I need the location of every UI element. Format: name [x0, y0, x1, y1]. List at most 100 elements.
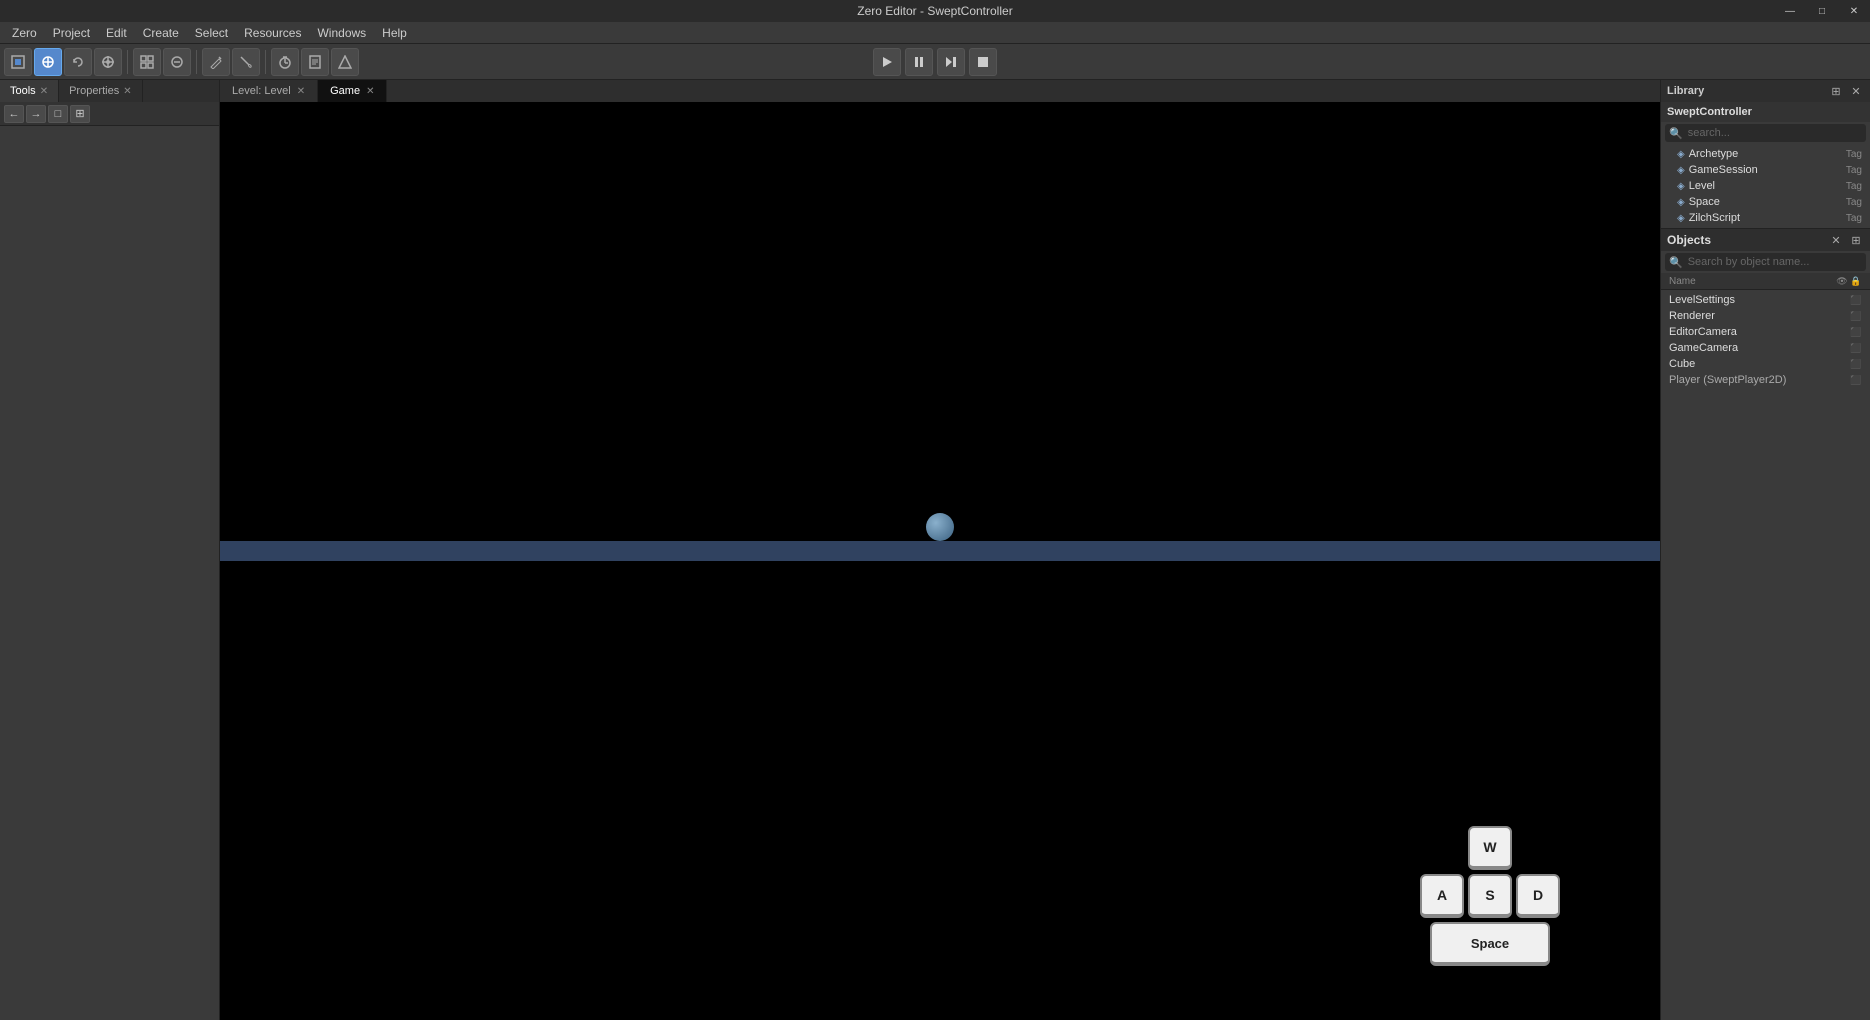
- library-close-btn[interactable]: ✕: [1848, 83, 1864, 99]
- properties-tab-label: Properties: [69, 85, 119, 97]
- toolbar-sep-2: [196, 50, 197, 74]
- space-key[interactable]: Space: [1430, 922, 1550, 966]
- gizmo-tool-btn[interactable]: [163, 48, 191, 76]
- step-button[interactable]: [937, 48, 965, 76]
- nav-fit-btn[interactable]: □: [48, 105, 68, 123]
- object-player[interactable]: Player (SweptPlayer2D) ⬛: [1661, 372, 1870, 388]
- play-button[interactable]: [873, 48, 901, 76]
- player-name: Player (SweptPlayer2D): [1669, 374, 1846, 386]
- object-editorcamera[interactable]: EditorCamera ⬛: [1661, 324, 1870, 340]
- objects-close-btn[interactable]: ✕: [1828, 232, 1844, 248]
- objects-settings-btn[interactable]: ⊞: [1848, 232, 1864, 248]
- player-eye[interactable]: ⬛: [1850, 374, 1862, 386]
- scale-tool-btn[interactable]: [94, 48, 122, 76]
- library-item-space[interactable]: ◈ Space Tag: [1661, 194, 1870, 210]
- renderer-eye[interactable]: ⬛: [1850, 310, 1862, 322]
- col-icons: 👁 🔒: [1836, 275, 1862, 287]
- archetype-tag: Tag: [1846, 149, 1862, 160]
- panel-nav: ← → □ ⊞: [0, 102, 219, 126]
- maximize-button[interactable]: □: [1806, 0, 1838, 22]
- title-bar: Zero Editor - SweptController — □ ✕: [0, 0, 1870, 22]
- arrange-tool-btn[interactable]: [331, 48, 359, 76]
- library-item-zilchscript[interactable]: ◈ ZilchScript Tag: [1661, 210, 1870, 226]
- game-tab[interactable]: Game ✕: [318, 80, 387, 102]
- rotate-tool-btn[interactable]: [64, 48, 92, 76]
- library-item-level[interactable]: ◈ Level Tag: [1661, 178, 1870, 194]
- nav-back-btn[interactable]: ←: [4, 105, 24, 123]
- menu-windows[interactable]: Windows: [309, 24, 374, 42]
- wasd-overlay: W A S D Space: [1420, 826, 1560, 970]
- a-key[interactable]: A: [1420, 874, 1464, 918]
- toolbar-sep-3: [265, 50, 266, 74]
- gamecamera-eye[interactable]: ⬛: [1850, 342, 1862, 354]
- objects-section: Objects ✕ ⊞ 🔍 Name 👁 🔒 LevelSetting: [1661, 229, 1870, 1020]
- renderer-icons: ⬛: [1850, 310, 1862, 322]
- d-key[interactable]: D: [1516, 874, 1560, 918]
- draw-tool-btn[interactable]: [202, 48, 230, 76]
- script-tool-btn[interactable]: [301, 48, 329, 76]
- cube-name: Cube: [1669, 358, 1846, 370]
- minimize-button[interactable]: —: [1774, 0, 1806, 22]
- cube-eye[interactable]: ⬛: [1850, 358, 1862, 370]
- w-key[interactable]: W: [1468, 826, 1512, 870]
- pause-button[interactable]: [905, 48, 933, 76]
- brush-tool-btn[interactable]: [232, 48, 260, 76]
- menu-select[interactable]: Select: [187, 24, 236, 42]
- editorcamera-eye[interactable]: ⬛: [1850, 326, 1862, 338]
- left-tools: [0, 48, 363, 76]
- object-cube[interactable]: Cube ⬛: [1661, 356, 1870, 372]
- toolbar: [0, 44, 1870, 80]
- transport-controls: [873, 48, 997, 76]
- library-item-archetype[interactable]: ◈ Archetype Tag: [1661, 146, 1870, 162]
- menu-help[interactable]: Help: [374, 24, 415, 42]
- menu-project[interactable]: Project: [45, 24, 98, 42]
- timer-tool-btn[interactable]: [271, 48, 299, 76]
- object-levelsettings[interactable]: LevelSettings ⬛: [1661, 292, 1870, 308]
- gamesession-name: GameSession: [1689, 164, 1842, 176]
- left-panel: Tools ✕ Properties ✕ ← → □ ⊞: [0, 80, 220, 1020]
- main-layout: Tools ✕ Properties ✕ ← → □ ⊞ Level: Leve…: [0, 80, 1870, 1020]
- nav-forward-btn[interactable]: →: [26, 105, 46, 123]
- library-search-input[interactable]: [1686, 125, 1862, 141]
- zilchscript-tag: Tag: [1846, 213, 1862, 224]
- library-header: Library ⊞ ✕: [1661, 80, 1870, 102]
- properties-tab-close[interactable]: ✕: [123, 86, 131, 97]
- zilchscript-icon: ◈: [1677, 213, 1685, 224]
- game-tab-close[interactable]: ✕: [366, 86, 374, 97]
- stop-button[interactable]: [969, 48, 997, 76]
- nav-pin-btn[interactable]: ⊞: [70, 105, 90, 123]
- library-section: Library ⊞ ✕ SweptController 🔍 ◈ Archetyp…: [1661, 80, 1870, 229]
- library-grid-view-btn[interactable]: ⊞: [1828, 83, 1844, 99]
- level-tab-close[interactable]: ✕: [297, 86, 305, 97]
- properties-tab[interactable]: Properties ✕: [59, 80, 143, 102]
- editor-tabs: Level: Level ✕ Game ✕: [220, 80, 1660, 102]
- objects-header-icons: ✕ ⊞: [1828, 232, 1864, 248]
- objects-search-input[interactable]: [1686, 254, 1862, 270]
- col-name-label: Name: [1669, 276, 1836, 287]
- library-title: Library: [1667, 85, 1704, 97]
- menu-zero[interactable]: Zero: [4, 24, 45, 42]
- levelsettings-eye[interactable]: ⬛: [1850, 294, 1862, 306]
- menu-resources[interactable]: Resources: [236, 24, 309, 42]
- s-key[interactable]: S: [1468, 874, 1512, 918]
- object-renderer[interactable]: Renderer ⬛: [1661, 308, 1870, 324]
- game-bottom-area: W A S D Space: [220, 561, 1660, 1020]
- close-button[interactable]: ✕: [1838, 0, 1870, 22]
- tools-tab-close[interactable]: ✕: [40, 86, 48, 97]
- tools-tab[interactable]: Tools ✕: [0, 80, 59, 102]
- menu-edit[interactable]: Edit: [98, 24, 135, 42]
- library-item-gamesession[interactable]: ◈ GameSession Tag: [1661, 162, 1870, 178]
- select-tool-btn[interactable]: [4, 48, 32, 76]
- level-tab[interactable]: Level: Level ✕: [220, 80, 318, 102]
- menu-create[interactable]: Create: [135, 24, 187, 42]
- player-icons: ⬛: [1850, 374, 1862, 386]
- object-gamecamera[interactable]: GameCamera ⬛: [1661, 340, 1870, 356]
- player-ball: [926, 513, 954, 541]
- snap-tool-btn[interactable]: [133, 48, 161, 76]
- gamecamera-name: GameCamera: [1669, 342, 1846, 354]
- translate-tool-btn[interactable]: [34, 48, 62, 76]
- library-search-icon: 🔍: [1669, 127, 1683, 140]
- library-name: SweptController: [1667, 106, 1752, 118]
- renderer-name: Renderer: [1669, 310, 1846, 322]
- level-tag: Tag: [1846, 181, 1862, 192]
